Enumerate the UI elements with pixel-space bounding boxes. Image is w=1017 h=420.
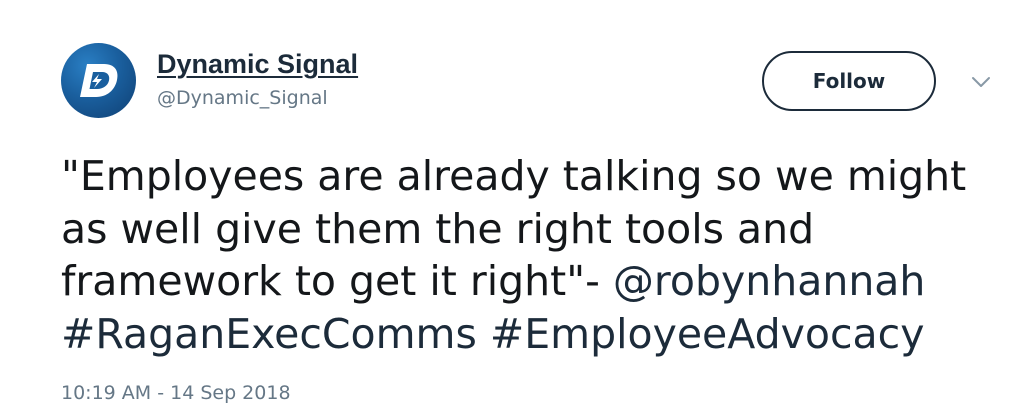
tweet-line: #RaganExecComms #EmployeeAdvocacy — [61, 308, 1001, 361]
tweet-line-text: framework to get it right"- — [61, 257, 613, 305]
mention-link[interactable]: @robynhannah — [613, 257, 926, 305]
account-info: Dynamic Signal @Dynamic_Signal — [157, 48, 358, 110]
tweet-text: "Employees are already talking so we mig… — [61, 150, 1001, 360]
more-options-button[interactable] — [966, 70, 996, 94]
tweet-timestamp[interactable]: 10:19 AM - 14 Sep 2018 — [61, 380, 291, 406]
account-handle[interactable]: @Dynamic_Signal — [157, 86, 358, 110]
hashtag-link[interactable]: #RaganExecComms — [61, 310, 477, 358]
tweet-card: Dynamic Signal @Dynamic_Signal Follow "E… — [0, 0, 1017, 420]
account-display-name[interactable]: Dynamic Signal — [157, 48, 358, 80]
avatar[interactable] — [61, 43, 136, 118]
tweet-line: framework to get it right"- @robynhannah — [61, 255, 1001, 308]
tweet-line: "Employees are already talking so we mig… — [61, 152, 967, 200]
dynamic-signal-logo-icon — [80, 64, 118, 97]
follow-button[interactable]: Follow — [762, 51, 936, 111]
tweet-line: as well give them the right tools and — [61, 204, 815, 253]
chevron-down-icon — [972, 77, 990, 87]
hashtag-link[interactable]: #EmployeeAdvocacy — [490, 310, 925, 358]
